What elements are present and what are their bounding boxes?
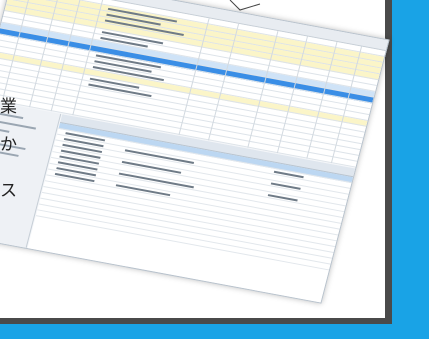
- panel-text: [0, 117, 37, 130]
- canvas: 業 か ス: [0, 0, 429, 339]
- side-text-1: 業: [0, 97, 17, 117]
- side-text-3: ス: [0, 181, 17, 201]
- side-text-2: か: [0, 135, 17, 155]
